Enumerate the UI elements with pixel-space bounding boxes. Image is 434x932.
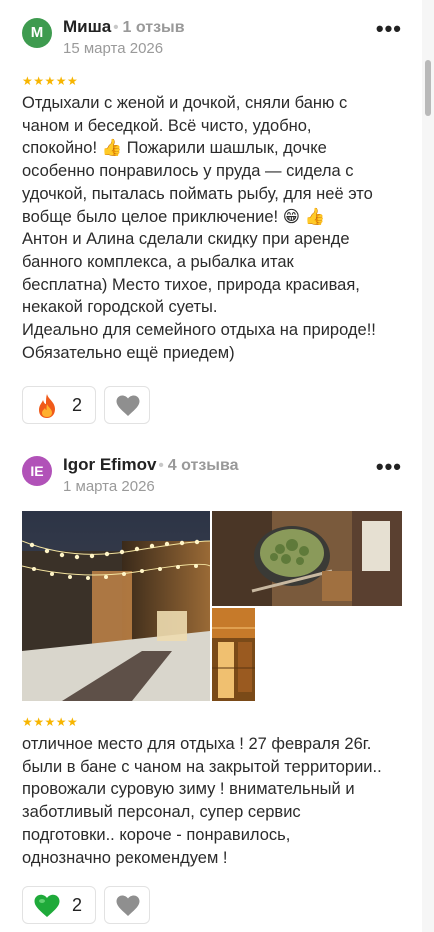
author-reviews-count: 4 отзыва (167, 457, 239, 474)
reaction-count: 2 (72, 895, 83, 916)
review-date: 1 марта 2026 (63, 478, 155, 495)
rating-stars: ★★★★★ (22, 74, 79, 88)
review-photos (22, 511, 412, 705)
review-text: Отдыхали с женой и дочкой, сняли баню с … (22, 94, 376, 362)
review-date: 15 марта 2026 (63, 40, 164, 57)
rating-stars: ★★★★★ (22, 715, 79, 729)
author-name[interactable]: Миша • 1 отзыв (63, 17, 185, 37)
review-card: М Миша • 1 отзыв 15 марта 2026 ••• ★★★★★ О… (22, 12, 412, 426)
heart-icon (116, 395, 140, 417)
avatar[interactable]: IE (22, 456, 52, 486)
review-actions: 2 (22, 886, 412, 926)
night-yard-photo[interactable] (22, 511, 210, 701)
reviews-page: М Миша • 1 отзыв 15 марта 2026 ••• ★★★★★ О… (0, 0, 434, 932)
review-actions: 2 (22, 386, 412, 426)
review-text: отличное место для отдыха ! 27 февраля 2… (22, 735, 382, 867)
review-header: IE Igor Efimov • 4 отзыва 1 марта 2026 ••• (22, 450, 412, 500)
more-options-icon[interactable]: ••• (376, 16, 402, 42)
reaction-button[interactable]: 2 (22, 386, 96, 425)
like-button[interactable] (104, 386, 150, 425)
fire-icon (33, 392, 61, 420)
author-name[interactable]: Igor Efimov • 4 отзыва (63, 455, 238, 475)
separator-dot: • (158, 457, 164, 474)
heart-icon (116, 895, 140, 917)
vat-with-herbs-photo[interactable] (212, 511, 402, 606)
review-card: IE Igor Efimov • 4 отзыва 1 марта 2026 ••• (22, 450, 412, 926)
scrollbar-thumb[interactable] (425, 60, 431, 116)
green-heart-icon (33, 892, 61, 920)
author-name-text[interactable]: Igor Efimov (63, 455, 157, 474)
separator-dot: • (113, 19, 119, 36)
review-header: М Миша • 1 отзыв 15 марта 2026 ••• (22, 12, 412, 62)
author-name-text[interactable]: Миша (63, 17, 111, 36)
reaction-button[interactable]: 2 (22, 886, 96, 925)
author-reviews-count: 1 отзыв (122, 19, 185, 36)
scrollbar[interactable] (422, 0, 434, 932)
wooden-bathhouse-photo[interactable] (212, 608, 255, 701)
reaction-count: 2 (72, 395, 83, 416)
like-button[interactable] (104, 886, 150, 925)
avatar[interactable]: М (22, 18, 52, 48)
more-options-icon[interactable]: ••• (376, 454, 402, 480)
